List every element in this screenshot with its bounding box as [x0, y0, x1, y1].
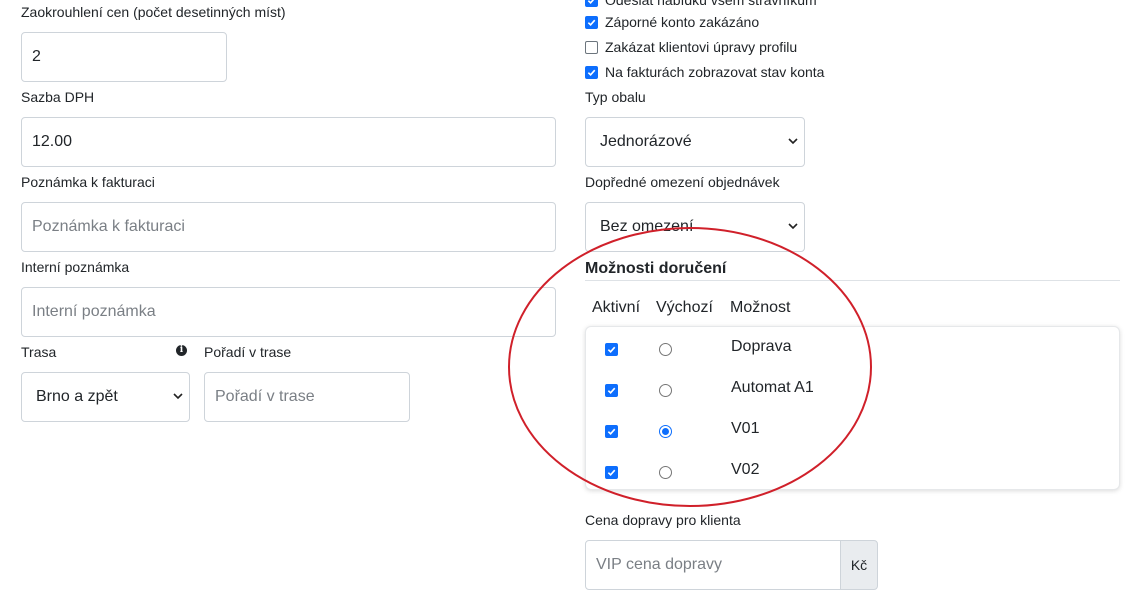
delivery-option-name: Automat A1 — [731, 379, 814, 396]
delivery-default-radio[interactable] — [659, 425, 672, 438]
order-limit-value: Bez omezení — [600, 218, 694, 235]
route-order-label: Pořadí v trase — [204, 344, 292, 360]
chevron-down-icon — [788, 137, 798, 148]
shipping-price-label: Cena dopravy pro klienta — [585, 512, 741, 528]
vat-input[interactable] — [21, 117, 556, 167]
package-type-select[interactable]: Jednorázové — [585, 117, 805, 167]
rounding-input[interactable] — [21, 32, 227, 82]
checkbox-disable-profile-edit[interactable] — [585, 41, 598, 54]
chevron-down-icon — [788, 222, 798, 233]
checkbox-negative-balance[interactable] — [585, 16, 598, 29]
delivery-active-checkbox[interactable] — [605, 343, 618, 356]
route-select[interactable]: Brno a zpět — [21, 372, 190, 422]
checkbox-negative-balance-label: Záporné konto zakázáno — [605, 14, 760, 30]
route-order-input[interactable] — [204, 372, 410, 422]
delivery-active-checkbox[interactable] — [605, 425, 618, 438]
divider — [585, 280, 1120, 281]
delivery-option-name: V02 — [731, 461, 760, 478]
package-type-value: Jednorázové — [600, 133, 692, 150]
internal-note-label: Interní poznámka — [21, 259, 130, 275]
delivery-default-radio[interactable] — [659, 343, 672, 356]
delivery-options-title: Možnosti doručení — [585, 260, 727, 277]
shipping-price-input[interactable] — [585, 540, 841, 590]
checkbox-send-offer-label: Odeslat nabídku všem strávníkům — [605, 0, 817, 8]
delivery-active-checkbox[interactable] — [605, 384, 618, 397]
col-option-header: Možnost — [730, 299, 791, 316]
route-label: Trasa — [21, 344, 57, 360]
checkbox-show-balance[interactable] — [585, 66, 598, 79]
checkbox-send-offer[interactable] — [585, 0, 598, 7]
col-default-header: Výchozí — [656, 299, 713, 316]
currency-addon: Kč — [840, 540, 878, 590]
route-select-value: Brno a zpět — [36, 388, 118, 405]
delivery-default-radio[interactable] — [659, 466, 672, 479]
order-limit-select[interactable]: Bez omezení — [585, 202, 805, 252]
delivery-active-checkbox[interactable] — [605, 466, 618, 479]
invoice-note-label: Poznámka k fakturaci — [21, 174, 155, 190]
order-limit-label: Dopředné omezení objednávek — [585, 174, 780, 190]
delivery-option-name: V01 — [731, 420, 760, 437]
info-icon[interactable]: i — [176, 345, 187, 356]
rounding-label: Zaokrouhlení cen (počet desetinných míst… — [21, 4, 286, 20]
invoice-note-input[interactable] — [21, 202, 556, 252]
chevron-down-icon — [173, 392, 183, 403]
checkbox-show-balance-label: Na fakturách zobrazovat stav konta — [605, 64, 825, 80]
col-active-header: Aktivní — [592, 299, 641, 316]
checkbox-disable-profile-edit-label: Zakázat klientovi úpravy profilu — [605, 39, 798, 55]
delivery-default-radio[interactable] — [659, 384, 672, 397]
package-type-label: Typ obalu — [585, 89, 646, 105]
delivery-option-name: Doprava — [731, 338, 792, 355]
vat-label: Sazba DPH — [21, 89, 95, 105]
internal-note-input[interactable] — [21, 287, 556, 337]
